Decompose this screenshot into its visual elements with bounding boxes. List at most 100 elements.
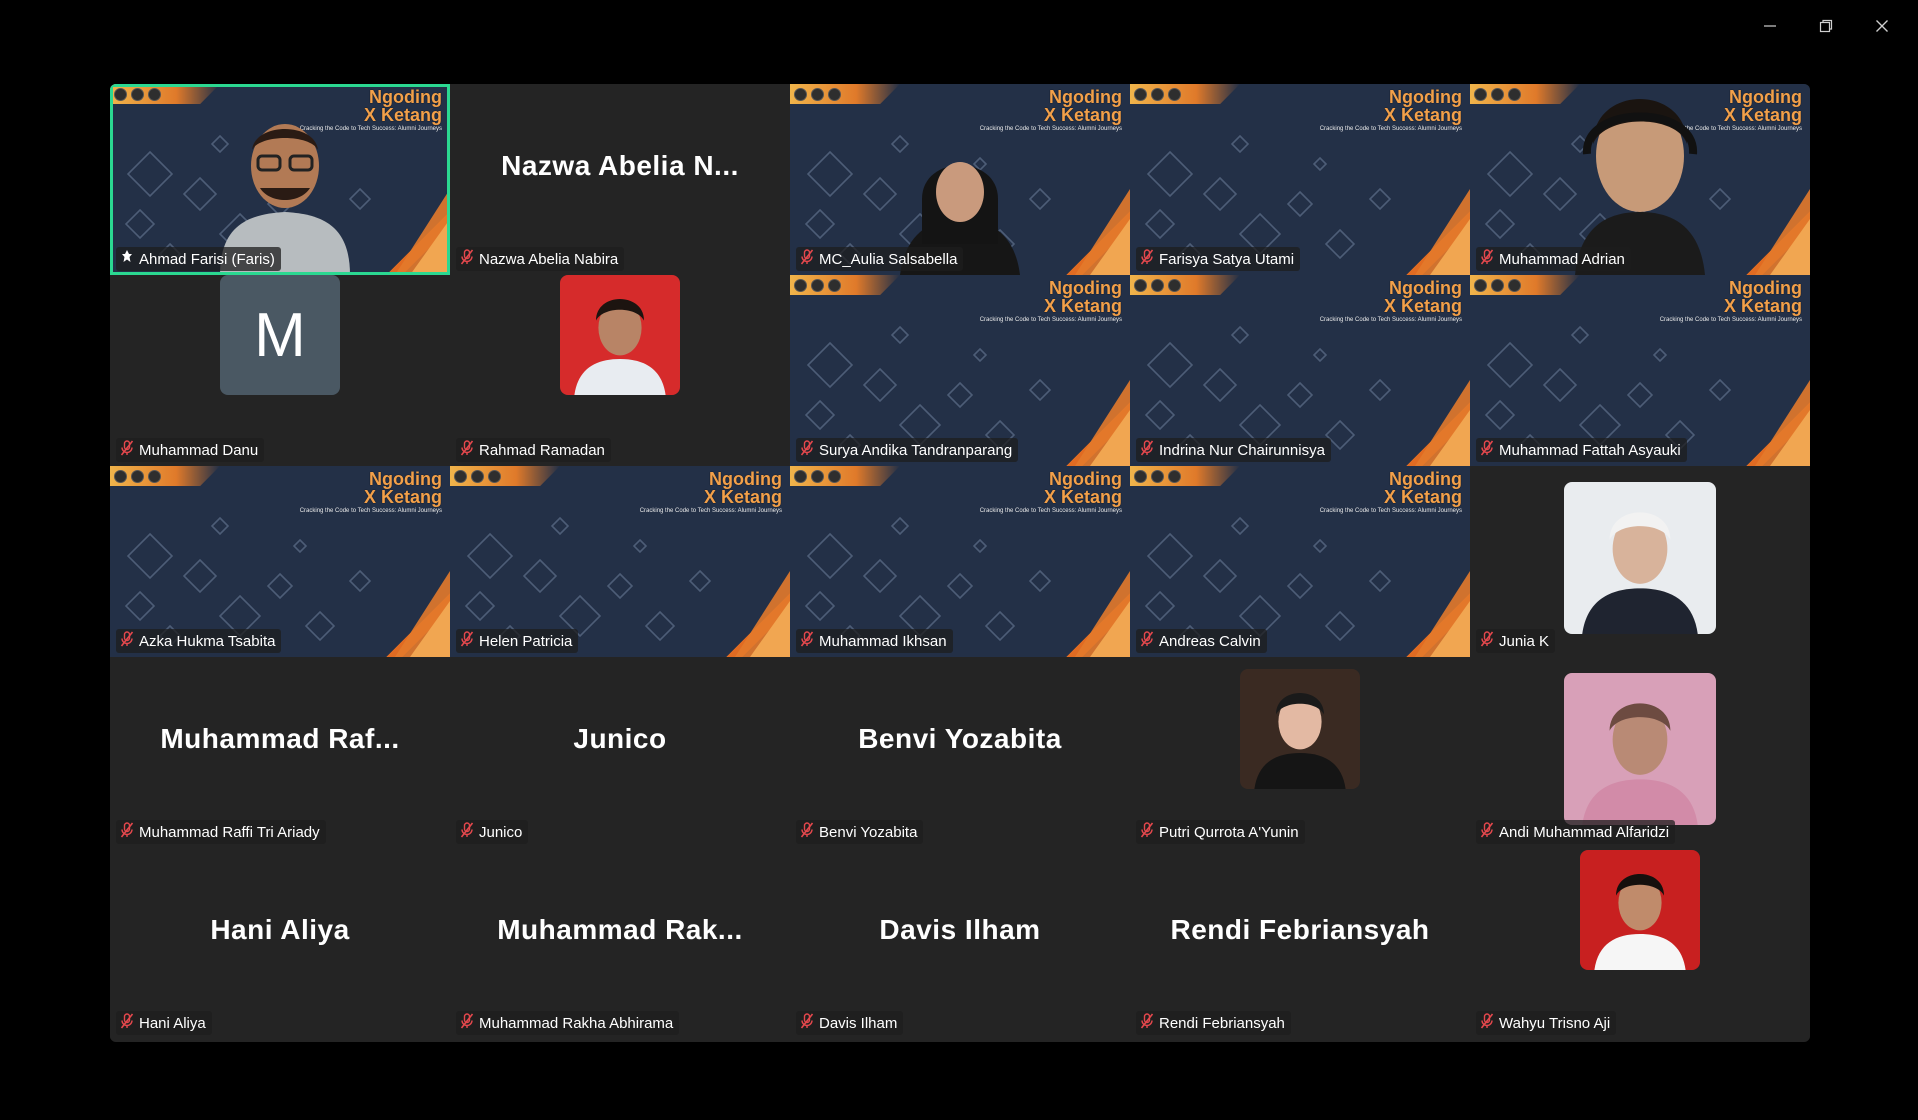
muted-mic-icon — [1140, 249, 1154, 269]
participant-tile[interactable]: Ngoding X Ketang Cracking the Code to Te… — [790, 466, 1130, 657]
muted-mic-icon — [800, 631, 814, 651]
brand-tagline: Cracking the Code to Tech Success: Alumn… — [979, 508, 1122, 514]
participant-tile[interactable]: Rendi Febriansyah Rendi Febriansyah — [1130, 848, 1470, 1039]
participant-tile[interactable]: Ngoding X Ketang Cracking the Code to Te… — [450, 466, 790, 657]
brand-line1: Ngoding — [1389, 469, 1462, 489]
participant-tile[interactable]: Hani Aliya Hani Aliya — [110, 848, 450, 1039]
participant-tile[interactable]: Ngoding X Ketang Cracking the Code to Te… — [1130, 466, 1470, 657]
participant-tile[interactable]: Junia K — [1470, 466, 1810, 657]
participant-big-name: Davis Ilham — [879, 913, 1041, 945]
participant-tile[interactable]: Benvi Yozabita Benvi Yozabita — [790, 657, 1130, 848]
participant-tile[interactable]: Ngoding X Ketang Cracking the Code to Te… — [110, 466, 450, 657]
brand-line1: Ngoding — [1049, 278, 1122, 298]
brand-line1: Ngoding — [1729, 278, 1802, 298]
brand-line2: X Ketang — [1723, 296, 1802, 316]
muted-mic-icon — [460, 440, 474, 460]
participant-big-name: Muhammad Raf... — [160, 722, 400, 754]
participant-tile[interactable]: Nazwa Abelia N... Nazwa Abelia Nabira — [450, 84, 790, 275]
participant-name: Azka Hukma Tsabita — [139, 632, 276, 650]
participant-name: Ahmad Farisi (Faris) — [139, 250, 275, 268]
avatar-letter: M — [254, 300, 306, 370]
minimize-icon — [1764, 25, 1776, 27]
participant-name: Farisya Satya Utami — [1159, 250, 1295, 268]
participant-name-label: Helen Patricia — [456, 629, 579, 653]
close-button[interactable] — [1854, 8, 1910, 44]
participant-name-label: Wahyu Trisno Aji — [1476, 1011, 1617, 1035]
muted-mic-icon — [460, 1013, 474, 1033]
participant-name-label: Junico — [456, 820, 529, 844]
participant-name: Junia K — [1499, 632, 1550, 650]
participant-name: Andreas Calvin — [1159, 632, 1261, 650]
muted-mic-icon — [1140, 1013, 1154, 1033]
participant-name-label: Rahmad Ramadan — [456, 438, 611, 462]
participant-name-label: Benvi Yozabita — [796, 820, 924, 844]
participant-name: Muhammad Fattah Asyauki — [1499, 441, 1681, 459]
participant-tile[interactable]: Muhammad Rak... Muhammad Rakha Abhirama — [450, 848, 790, 1039]
restore-button[interactable] — [1798, 8, 1854, 44]
brand-line1: Ngoding — [1389, 87, 1462, 107]
participant-photo — [1564, 673, 1716, 825]
participant-name-label: Azka Hukma Tsabita — [116, 629, 282, 653]
brand-tagline: Cracking the Code to Tech Success: Alumn… — [1319, 126, 1462, 132]
participant-name-label: Surya Andika Tandranparang — [796, 438, 1019, 462]
participant-name: Nazwa Abelia Nabira — [479, 250, 619, 268]
muted-mic-icon — [120, 1013, 134, 1033]
brand-line2: X Ketang — [1043, 487, 1122, 507]
participant-photo — [560, 275, 680, 395]
event-brand: Ngoding X Ketang Cracking the Code to Te… — [980, 279, 1122, 323]
participant-big-name: Rendi Febriansyah — [1170, 913, 1430, 945]
brand-tagline: Cracking the Code to Tech Success: Alumn… — [1319, 508, 1462, 514]
participant-name: Muhammad Adrian — [1499, 250, 1625, 268]
participant-name-label: MC_Aulia Salsabella — [796, 247, 964, 271]
participant-tile[interactable]: Ngoding X Ketang Cracking the Code to Te… — [790, 84, 1130, 275]
muted-mic-icon — [120, 822, 134, 842]
event-brand: Ngoding X Ketang Cracking the Code to Te… — [980, 470, 1122, 514]
muted-mic-icon — [1140, 822, 1154, 842]
minimize-button[interactable] — [1742, 8, 1798, 44]
participant-tile[interactable]: M Muhammad Danu — [110, 275, 450, 466]
brand-tagline: Cracking the Code to Tech Success: Alumn… — [299, 508, 442, 514]
restore-icon — [1819, 19, 1833, 33]
participant-name-label: Farisya Satya Utami — [1136, 247, 1301, 271]
participant-tile[interactable]: Wahyu Trisno Aji — [1470, 848, 1810, 1039]
participant-photo — [1580, 850, 1700, 970]
muted-mic-icon — [120, 440, 134, 460]
participant-tile[interactable]: Ngoding X Ketang Cracking the Code to Te… — [1470, 84, 1810, 275]
participant-name: Rahmad Ramadan — [479, 441, 605, 459]
brand-line1: Ngoding — [709, 469, 782, 489]
participant-tile[interactable]: Junico Junico — [450, 657, 790, 848]
participant-tile[interactable]: Ngoding X Ketang Cracking the Code to Te… — [790, 275, 1130, 466]
participant-name-label: Muhammad Ikhsan — [796, 629, 953, 653]
participant-big-name: Benvi Yozabita — [858, 722, 1062, 754]
participant-name-label: Hani Aliya — [116, 1011, 212, 1035]
brand-line2: X Ketang — [1383, 296, 1462, 316]
participant-tile[interactable]: Putri Qurrota A'Yunin — [1130, 657, 1470, 848]
muted-mic-icon — [460, 822, 474, 842]
participant-tile[interactable]: Ngoding X Ketang Cracking the Code to Te… — [1130, 275, 1470, 466]
brand-line1: Ngoding — [1049, 87, 1122, 107]
participant-tile[interactable]: Muhammad Raf... Muhammad Raffi Tri Ariad… — [110, 657, 450, 848]
participant-avatar: M — [220, 275, 340, 395]
participant-name-label: Davis Ilham — [796, 1011, 904, 1035]
participant-tile[interactable]: Rahmad Ramadan — [450, 275, 790, 466]
participant-tile[interactable]: Ngoding X Ketang Cracking the Code to Te… — [110, 84, 450, 275]
event-brand: Ngoding X Ketang Cracking the Code to Te… — [1660, 279, 1802, 323]
participant-name: Rendi Febriansyah — [1159, 1014, 1285, 1032]
brand-line2: X Ketang — [1043, 105, 1122, 125]
muted-mic-icon — [1140, 440, 1154, 460]
participant-name-label: Junia K — [1476, 629, 1556, 653]
brand-line1: Ngoding — [1389, 278, 1462, 298]
participant-tile[interactable]: Ngoding X Ketang Cracking the Code to Te… — [1470, 275, 1810, 466]
brand-tagline: Cracking the Code to Tech Success: Alumn… — [1319, 317, 1462, 323]
brand-tagline: Cracking the Code to Tech Success: Alumn… — [1659, 317, 1802, 323]
participant-tile[interactable]: Davis Ilham Davis Ilham — [790, 848, 1130, 1039]
participant-name-label: Ahmad Farisi (Faris) — [116, 247, 281, 271]
brand-line2: X Ketang — [1383, 487, 1462, 507]
participant-name: Putri Qurrota A'Yunin — [1159, 823, 1299, 841]
participant-tile[interactable]: Ngoding X Ketang Cracking the Code to Te… — [1130, 84, 1470, 275]
participant-name: Helen Patricia — [479, 632, 573, 650]
participant-name: Wahyu Trisno Aji — [1499, 1014, 1611, 1032]
participant-tile[interactable]: Andi Muhammad Alfaridzi — [1470, 657, 1810, 848]
brand-line2: X Ketang — [363, 487, 442, 507]
participant-name-label: Andi Muhammad Alfaridzi — [1476, 820, 1676, 844]
